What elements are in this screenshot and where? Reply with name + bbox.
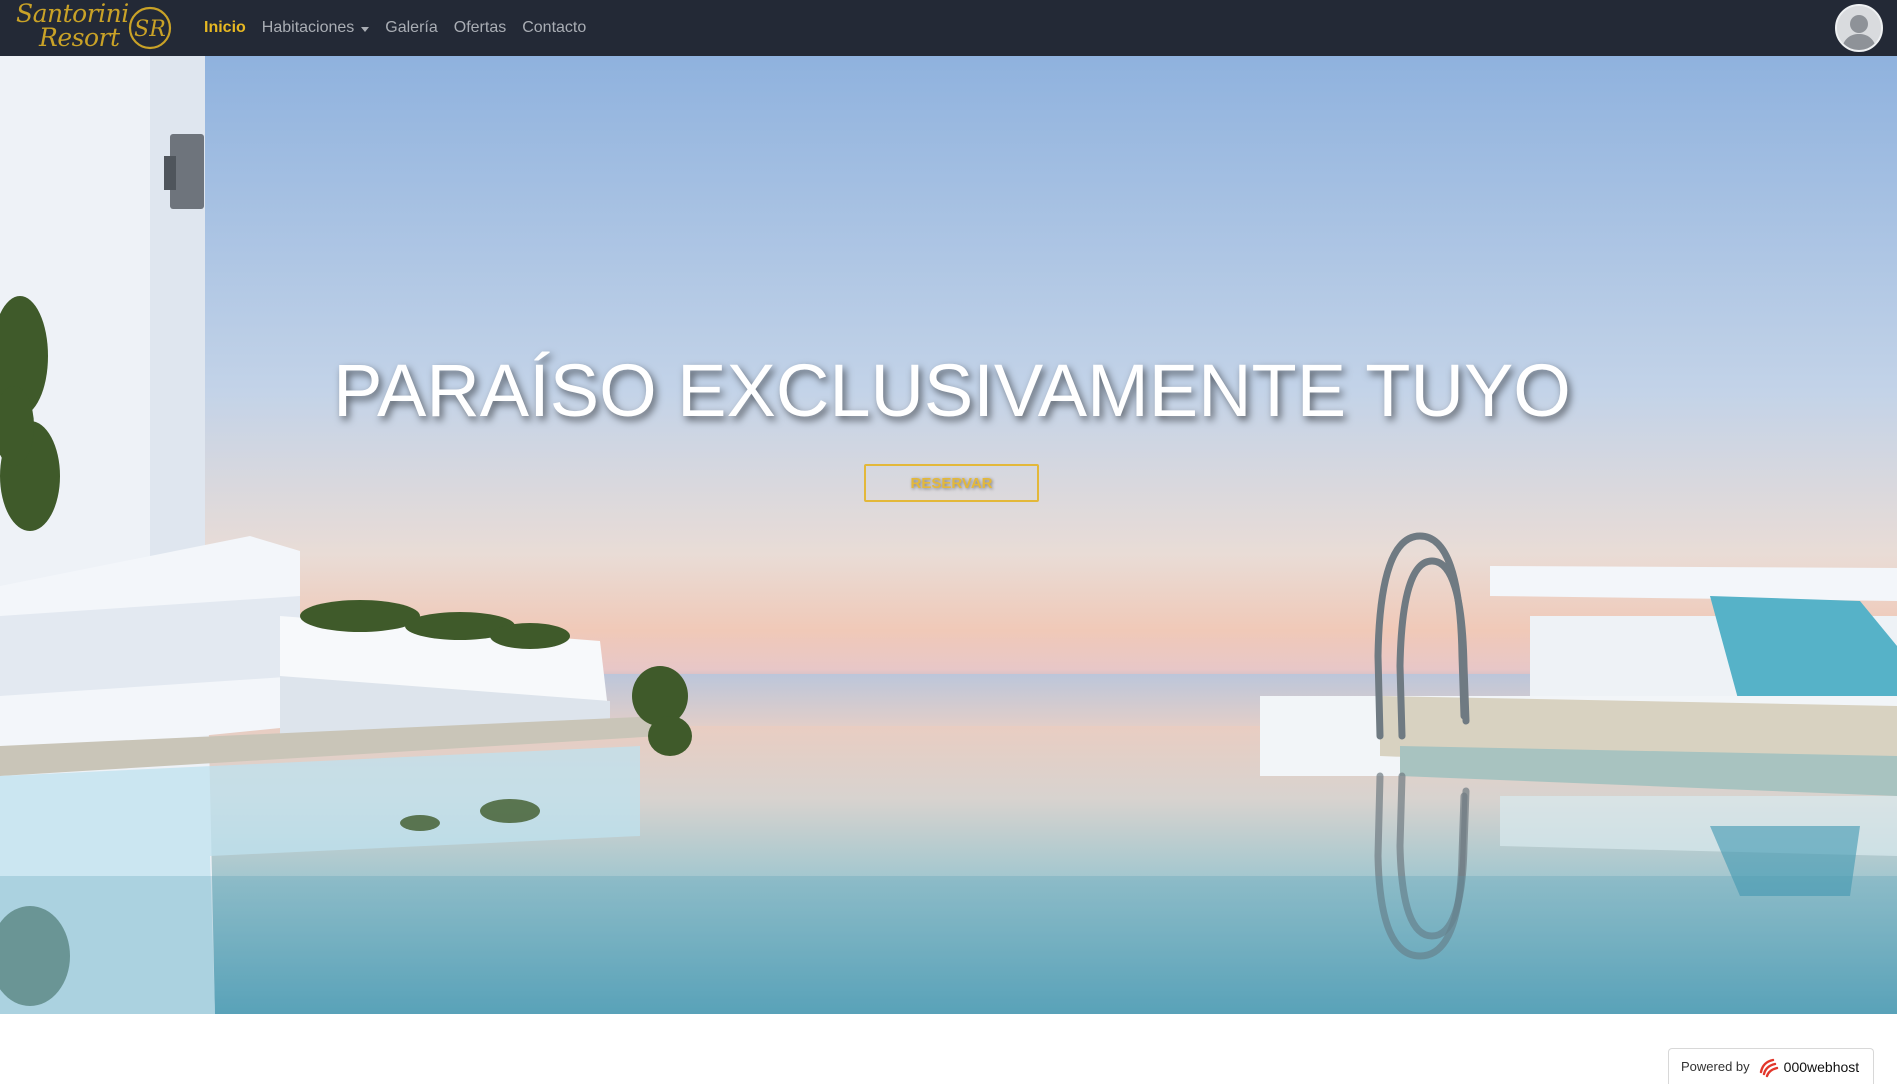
nav-item-habitaciones[interactable]: Habitaciones [254,0,378,56]
brand-line-2: Resort [39,23,120,52]
hero-title: PARAÍSO EXCLUSIVAMENTE TUYO [333,349,1571,432]
hero-section: PARAÍSO EXCLUSIVAMENTE TUYO RESERVAR [0,56,1897,1014]
nav-item-ofertas[interactable]: Ofertas [446,0,514,56]
hero-background-image [0,56,1897,1014]
nav-item-galeria[interactable]: Galería [377,0,445,56]
nav-item-contacto[interactable]: Contacto [514,0,594,56]
brand-logo[interactable]: Santorini Resort SR [14,1,174,54]
chevron-down-icon [361,26,370,32]
user-avatar-icon [1837,6,1881,50]
nav-item-habitaciones-label: Habitaciones [261,19,355,36]
powered-by-brand: 000webhost [1783,1058,1860,1075]
brand-wordmark: Santorini Resort [14,1,129,52]
reserve-button[interactable]: RESERVAR [864,464,1039,502]
brand-monogram-icon: SR [128,6,172,50]
nav-links: Inicio Habitaciones Galería Ofertas Cont… [196,0,594,56]
user-avatar[interactable] [1835,4,1883,52]
powered-by-label: Powered by [1681,1059,1750,1074]
brand-monogram-text: SR [134,17,166,42]
navbar: Santorini Resort SR Inicio Habitaciones … [0,0,1897,56]
000webhost-logo-icon [1759,1058,1778,1077]
nav-item-inicio[interactable]: Inicio [196,0,254,56]
